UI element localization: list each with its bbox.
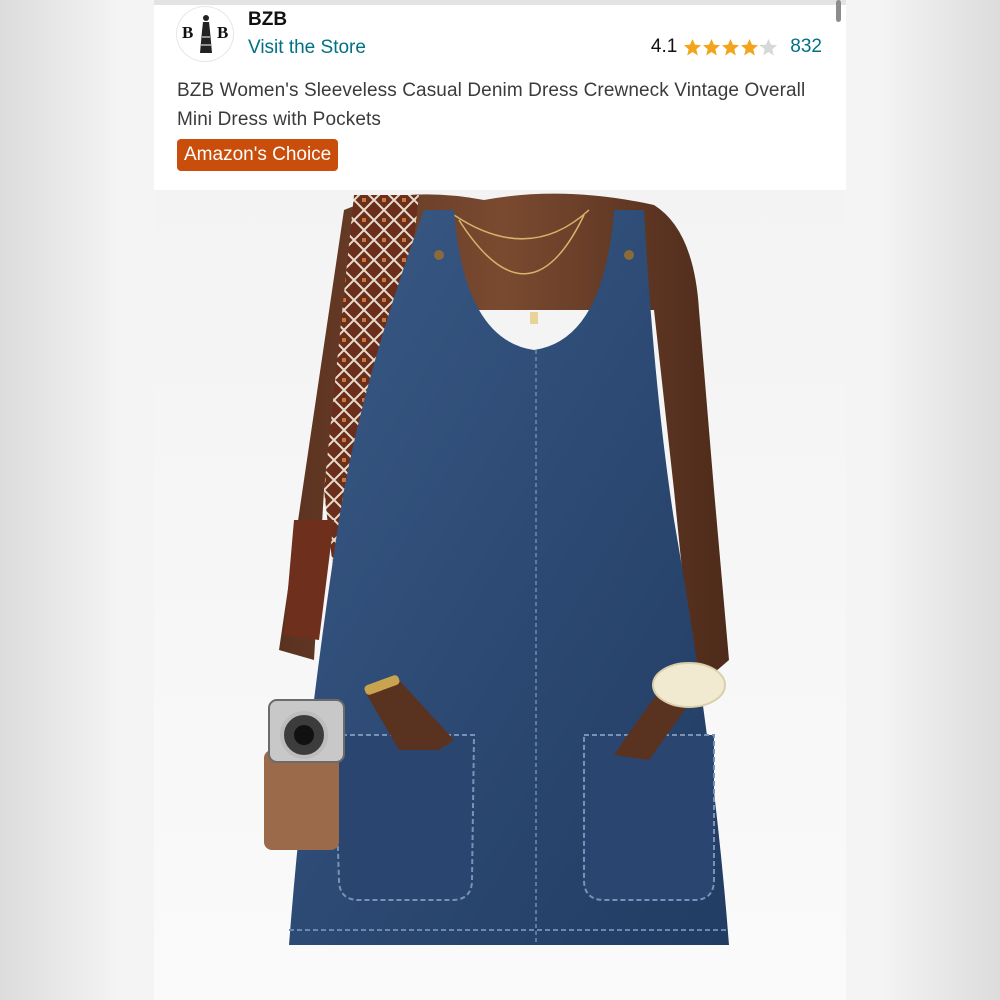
- rating-value: 4.1: [650, 36, 678, 57]
- store-logo[interactable]: B B: [176, 6, 234, 62]
- rating[interactable]: 4.1 832: [651, 36, 822, 58]
- star-rating: [683, 38, 778, 57]
- visit-store-link[interactable]: Visit the Store: [248, 37, 366, 59]
- scrollbar[interactable]: [836, 0, 841, 22]
- camera-lens-center: [294, 725, 314, 745]
- logo-figure-icon: [200, 15, 212, 53]
- logo-letter-b2: B: [217, 23, 229, 42]
- strap-button-left: [434, 250, 444, 260]
- top-bar: [154, 0, 846, 5]
- product-image[interactable]: [154, 190, 846, 1000]
- scrunchie: [652, 662, 726, 708]
- product-page: B B BZB Visit the Store 4.1 832 BZB Wome…: [154, 0, 846, 1000]
- necklace-pendant: [530, 312, 538, 324]
- star-icon: [760, 38, 778, 55]
- pocket-left: [332, 734, 476, 901]
- star-icon: [684, 38, 702, 55]
- brand-name[interactable]: BZB: [248, 9, 287, 31]
- review-count-link[interactable]: 832: [790, 36, 822, 58]
- strap-button-right: [624, 250, 634, 260]
- star-icon: [741, 38, 759, 55]
- amazons-choice-badge[interactable]: Amazon's Choice: [177, 139, 339, 171]
- basket-bag: [264, 750, 339, 850]
- star-icon: [703, 38, 721, 55]
- logo-letter-b1: B: [182, 23, 194, 42]
- star-icon: [722, 38, 740, 55]
- product-title: BZB Women's Sleeveless Casual Denim Dres…: [177, 80, 806, 130]
